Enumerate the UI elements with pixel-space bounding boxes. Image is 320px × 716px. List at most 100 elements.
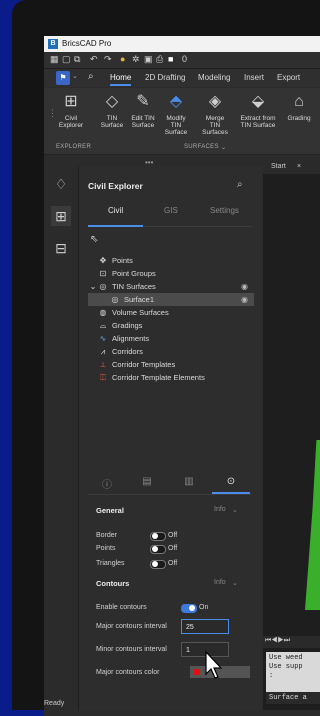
tree-item-label: Corridors (112, 347, 143, 356)
tree-item-point-groups[interactable]: ⊡ Point Groups (88, 267, 254, 280)
current-layer[interactable]: 0 (182, 54, 187, 64)
tab-home[interactable]: Home (110, 73, 132, 86)
status-text: Ready (44, 700, 65, 707)
general-heading[interactable]: General (96, 506, 124, 515)
edit-tin-icon: ✎ (136, 93, 150, 110)
points-toggle[interactable] (150, 545, 166, 554)
edit-tin-label: Edit TIN Surface (131, 115, 155, 129)
group-surfaces-label[interactable]: SURFACES (184, 144, 219, 150)
gradings-icon: ⌓ (99, 321, 107, 330)
modify-tin-label: Modify TIN Surface (164, 115, 188, 136)
corridors-icon: ⩘ (100, 347, 106, 356)
tab-insert[interactable]: Insert (244, 73, 264, 82)
layer-bulb-icon[interactable]: ● (120, 54, 125, 64)
quick-access-toolbar: ▦ ▢ ⧉ ↶ ↷ ● ✲ ▣ ⎙ ■ 0 (44, 52, 320, 69)
tree-item-label: Surface1 (124, 295, 155, 304)
tree-item-gradings[interactable]: ⌓ Gradings (88, 319, 254, 332)
modify-tin-icon: ⬘ (169, 93, 183, 110)
command-line-input[interactable]: Surface a (266, 692, 320, 704)
layer-color-icon[interactable]: ■ (168, 54, 173, 64)
structure-tree-icon[interactable]: ⊟ (51, 238, 71, 258)
grading-button[interactable]: ⌂ Grading (284, 92, 314, 122)
save-icon[interactable]: ⧉ (74, 54, 80, 65)
camera-icon[interactable]: ⊙ (212, 476, 250, 494)
workspace-icon[interactable]: ⚑ (56, 71, 70, 85)
border-toggle[interactable] (150, 532, 166, 541)
layer-print-icon[interactable]: ⎙ (156, 54, 163, 65)
tab-modeling[interactable]: Modeling (198, 73, 230, 82)
chart-icon[interactable]: ▥ (170, 476, 208, 487)
enable-contours-value: On (199, 604, 209, 611)
tree-item-corridor-template-elements[interactable]: ⎅ Corridor Template Elements (88, 371, 254, 384)
redo-icon[interactable]: ↷ (104, 54, 112, 65)
bricscad-logo-icon: B (48, 39, 58, 49)
document-icon[interactable]: ▤ (128, 476, 166, 487)
contours-heading[interactable]: Contours (96, 579, 129, 588)
tree-item-points[interactable]: ✥ Points (88, 254, 254, 267)
volume-surfaces-icon: ◍ (99, 308, 107, 317)
tab-civil[interactable]: Civil (108, 206, 123, 215)
tab-settings[interactable]: Settings (210, 206, 239, 215)
lightbulb-icon[interactable]: ♢ (51, 174, 71, 194)
tree-item-corridors[interactable]: ⩘ Corridors (88, 345, 254, 358)
civil-explorer-panel-icon[interactable]: ⊞ (51, 206, 71, 226)
triangles-toggle[interactable] (150, 560, 166, 569)
major-color-label: Major contours color (96, 669, 160, 676)
tree-item-label: Corridor Template Elements (112, 373, 205, 382)
major-interval-input[interactable]: 25 (181, 619, 229, 634)
corridor-template-elements-icon: ⎅ (99, 373, 107, 382)
layer-sun-icon[interactable]: ✲ (132, 54, 140, 65)
tab-start[interactable]: Start (271, 163, 286, 170)
tree-item-label: Points (112, 256, 133, 265)
info-circle-icon[interactable]: ⓘ (88, 476, 126, 491)
new-file-icon[interactable]: ▦ (50, 54, 59, 65)
chevron-down-icon[interactable]: ⌄ (221, 144, 226, 151)
tab-2d-drafting[interactable]: 2D Drafting (145, 73, 185, 82)
app-title: BricsCAD Pro (62, 39, 112, 48)
chevron-down-icon[interactable]: ⌄ (232, 506, 238, 514)
red-swatch (194, 669, 200, 675)
minor-interval-label: Minor contours interval (96, 646, 167, 653)
eye-icon[interactable]: ◉ (241, 280, 248, 293)
panel-title: Civil Explorer (88, 181, 143, 191)
triangles-value: Off (168, 560, 178, 567)
civil-explorer-button[interactable]: ⊞ Civil Explorer (56, 92, 86, 129)
layer-lock-icon[interactable]: ▣ (144, 54, 153, 65)
drawing-viewport[interactable] (263, 162, 320, 710)
triangles-label: Triangles (96, 560, 125, 567)
border-label: Border (96, 532, 118, 539)
select-cursor-icon[interactable]: ⇖ (90, 234, 98, 245)
open-file-icon[interactable]: ▢ (62, 54, 71, 65)
merge-tin-surfaces-button[interactable]: ◈ Merge TIN Surfaces (200, 92, 230, 136)
chevron-down-icon[interactable]: ⌄ (232, 579, 238, 587)
alignments-icon: ∿ (99, 334, 107, 343)
tin-surface-button[interactable]: ◇ TIN Surface (97, 92, 127, 129)
tab-gis[interactable]: GIS (164, 206, 178, 215)
tree-item-alignments[interactable]: ∿ Alignments (88, 332, 254, 345)
contours-info[interactable]: Info (214, 579, 226, 586)
enable-contours-label: Enable contours (96, 604, 147, 611)
close-icon[interactable]: × (297, 163, 301, 170)
menu-bar: ⚑ ⌄ ⌕ Home 2D Drafting Modeling Insert E… (44, 69, 320, 87)
layout-nav-bar: ⏮◀▶⏭ (263, 636, 320, 648)
edit-tin-surface-button[interactable]: ✎ Edit TIN Surface (128, 92, 158, 129)
undo-icon[interactable]: ↶ (90, 54, 98, 65)
extract-from-tin-surface-button[interactable]: ⬙ Extract from TIN Surface (240, 92, 276, 129)
search-icon[interactable]: ⌕ (88, 71, 94, 82)
chevron-down-icon[interactable]: ⌄ (88, 280, 98, 293)
modify-tin-surface-button[interactable]: ⬘ Modify TIN Surface (161, 92, 191, 136)
general-info[interactable]: Info (214, 506, 226, 513)
eye-icon[interactable]: ◉ (241, 293, 248, 306)
tree-item-label: Corridor Templates (112, 360, 176, 369)
nav-arrows-icon[interactable]: ⏮◀▶⏭ (265, 637, 290, 645)
chevron-down-icon[interactable]: ⌄ (72, 72, 78, 80)
tree-item-tin-surfaces[interactable]: ⌄ ◎ TIN Surfaces ◉ (88, 280, 254, 293)
search-icon[interactable]: ⌕ (237, 179, 243, 190)
tab-export[interactable]: Export (277, 73, 300, 82)
ribbon-grip-icon[interactable]: ⋮ (48, 108, 57, 119)
enable-contours-toggle[interactable] (181, 604, 197, 613)
major-interval-label: Major contours interval (96, 623, 167, 630)
tree-item-corridor-templates[interactable]: ⟂ Corridor Templates (88, 358, 254, 371)
tree-item-volume-surfaces[interactable]: ◍ Volume Surfaces (88, 306, 254, 319)
tree-item-surface1[interactable]: ◎ Surface1 ◉ (88, 293, 254, 306)
